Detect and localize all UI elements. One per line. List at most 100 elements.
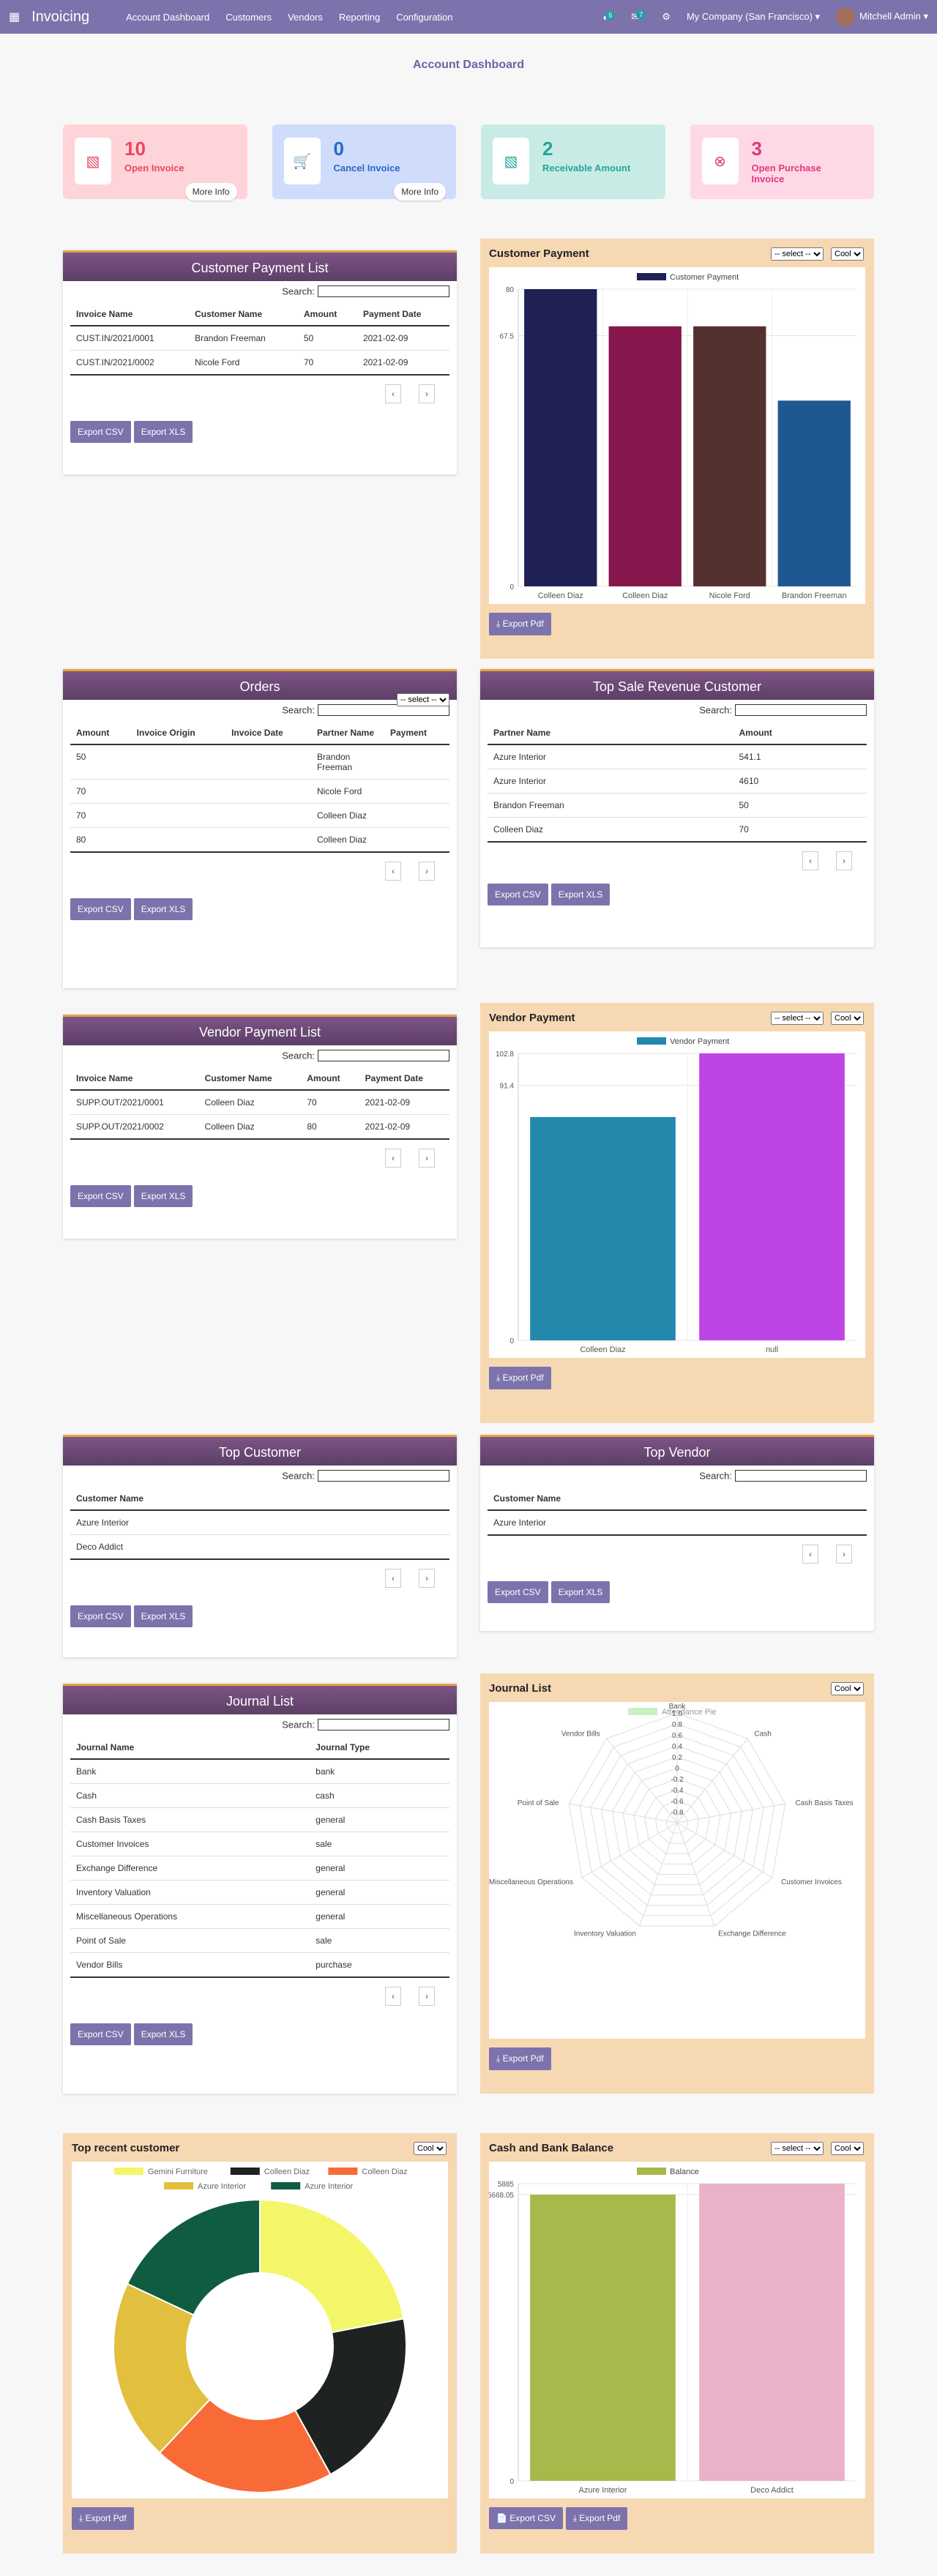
menu-vendors[interactable]: Vendors xyxy=(288,12,323,23)
search-bar: Search: xyxy=(63,1714,457,1731)
export-pdf-label: Export Pdf xyxy=(579,2513,621,2523)
prev-page-button[interactable]: ‹ xyxy=(385,1149,401,1168)
column-header[interactable]: Amount xyxy=(298,303,357,326)
prev-page-button[interactable]: ‹ xyxy=(802,851,818,870)
export-csv-button[interactable]: Export CSV xyxy=(70,898,131,920)
export-xls-button[interactable]: Export XLS xyxy=(133,1605,193,1627)
export-pdf-button[interactable]: ⤓ Export Pdf xyxy=(72,2507,134,2530)
search-input[interactable] xyxy=(735,1470,867,1482)
column-header[interactable]: Journal Type xyxy=(310,1736,449,1760)
table-row: CUST.IN/2021/0002 Nicole Ford 70 2021-02-09 xyxy=(70,350,449,376)
theme-select[interactable]: Cool xyxy=(414,2142,447,2155)
export-csv-button[interactable]: Export CSV xyxy=(488,1581,548,1603)
column-header[interactable]: Invoice Date xyxy=(225,722,311,745)
next-page-button[interactable]: › xyxy=(419,1987,435,2006)
theme-select[interactable]: Cool xyxy=(831,2142,864,2155)
column-header[interactable]: Invoice Name xyxy=(70,303,190,326)
export-csv-button[interactable]: Export CSV xyxy=(488,884,548,906)
prev-page-button[interactable]: ‹ xyxy=(385,384,401,403)
export-xls-button[interactable]: Export XLS xyxy=(550,884,611,906)
table-row: Azure Interior 541.1 xyxy=(488,744,867,769)
theme-select[interactable]: Cool xyxy=(831,247,864,261)
column-header[interactable]: Customer Name xyxy=(70,1487,449,1511)
search-input[interactable] xyxy=(318,1470,449,1482)
next-page-button[interactable]: › xyxy=(419,1569,435,1588)
filter-select[interactable]: -- select -- xyxy=(771,1012,824,1025)
more-info-button[interactable]: More Info xyxy=(394,183,446,201)
cell: CUST.IN/2021/0001 xyxy=(70,326,190,351)
tile-receivable-amount[interactable]: ▧ 2 Receivable Amount xyxy=(481,124,665,199)
export-csv-chart-button[interactable]: 📄 Export CSV xyxy=(489,2507,563,2529)
more-info-button[interactable]: More Info xyxy=(184,183,237,201)
cell: Exchange Difference xyxy=(70,1856,310,1881)
cell: 70 xyxy=(70,803,131,828)
tile-open-purchase-invoice[interactable]: ⊗ 3 Open Purchase Invoice xyxy=(690,124,874,199)
company-switcher[interactable]: My Company (San Francisco) ▾ xyxy=(687,11,820,23)
export-csv-button[interactable]: Export CSV xyxy=(70,2023,131,2045)
column-header[interactable]: Customer Name xyxy=(189,303,298,326)
filter-select[interactable]: -- select -- xyxy=(771,2142,824,2155)
next-page-button[interactable]: › xyxy=(419,384,435,403)
app-brand[interactable]: Invoicing xyxy=(31,9,89,26)
tile-open-invoice[interactable]: ▧ 10 Open Invoice More Info xyxy=(63,124,247,201)
next-page-button[interactable]: › xyxy=(419,862,435,881)
export-csv-button[interactable]: Export CSV xyxy=(70,421,131,443)
theme-select[interactable]: Cool xyxy=(831,1682,864,1695)
search-bar: Search: xyxy=(480,700,874,716)
search-input[interactable] xyxy=(318,1719,449,1731)
prev-page-button[interactable]: ‹ xyxy=(385,1569,401,1588)
export-pdf-button[interactable]: ⤓ Export Pdf xyxy=(489,1367,551,1389)
next-page-button[interactable]: › xyxy=(836,1545,852,1564)
filter-select[interactable]: -- select -- xyxy=(771,247,824,261)
export-xls-button[interactable]: Export XLS xyxy=(550,1581,611,1603)
radar-tick-label: 0.2 xyxy=(672,1754,682,1762)
prev-page-button[interactable]: ‹ xyxy=(802,1545,818,1564)
tile-cancel-invoice[interactable]: 🛒 0 Cancel Invoice More Info xyxy=(272,124,456,201)
column-header[interactable]: Partner Name xyxy=(310,722,384,745)
search-input[interactable] xyxy=(735,704,867,716)
column-header[interactable]: Amount xyxy=(301,1067,359,1091)
bar xyxy=(699,2184,845,2481)
menu-reporting[interactable]: Reporting xyxy=(339,12,380,23)
export-xls-button[interactable]: Export XLS xyxy=(133,421,193,443)
column-header[interactable]: Journal Name xyxy=(70,1736,310,1760)
activity-icon[interactable]: ◐5 xyxy=(603,10,616,23)
next-page-button[interactable]: › xyxy=(419,1149,435,1168)
export-pdf-button[interactable]: ⤓ Export Pdf xyxy=(489,613,551,635)
column-header[interactable]: Payment xyxy=(384,722,449,745)
column-header[interactable]: Invoice Name xyxy=(70,1067,199,1091)
prev-page-button[interactable]: ‹ xyxy=(385,1987,401,2006)
column-header[interactable]: Customer Name xyxy=(488,1487,867,1511)
orders-filter-select[interactable]: -- select -- xyxy=(397,693,449,706)
prev-page-button[interactable]: ‹ xyxy=(385,862,401,881)
x-tick-label: Colleen Diaz xyxy=(580,1345,625,1354)
export-pdf-button[interactable]: ⤓ Export Pdf xyxy=(489,2047,551,2070)
column-header[interactable]: Amount xyxy=(70,722,131,745)
column-header[interactable]: Invoice Origin xyxy=(130,722,226,745)
next-page-button[interactable]: › xyxy=(836,851,852,870)
export-xls-button[interactable]: Export XLS xyxy=(133,898,193,920)
table-row: Exchange Difference general xyxy=(70,1856,449,1881)
theme-select[interactable]: Cool xyxy=(831,1012,864,1025)
export-csv-button[interactable]: Export CSV xyxy=(70,1605,131,1627)
column-header[interactable]: Customer Name xyxy=(198,1067,302,1091)
column-header[interactable]: Payment Date xyxy=(359,1067,449,1091)
search-input[interactable] xyxy=(318,285,449,297)
export-pdf-button[interactable]: ⤓ Export Pdf xyxy=(565,2507,628,2530)
menu-configuration[interactable]: Configuration xyxy=(396,12,452,23)
export-xls-button[interactable]: Export XLS xyxy=(133,1185,193,1207)
grid-icon[interactable]: ▦ xyxy=(9,10,20,24)
column-header[interactable]: Payment Date xyxy=(357,303,449,326)
user-menu[interactable]: Mitchell Admin ▾ xyxy=(836,7,928,26)
legend-swatch xyxy=(271,2182,301,2189)
column-header[interactable]: Partner Name xyxy=(488,722,733,745)
messages-icon[interactable]: ✉7 xyxy=(631,10,646,23)
debug-icon[interactable]: ⚙ xyxy=(662,11,671,23)
search-input[interactable] xyxy=(318,1050,449,1061)
table-row: Azure Interior 4610 xyxy=(488,769,867,794)
export-csv-button[interactable]: Export CSV xyxy=(70,1185,131,1207)
menu-account-dashboard[interactable]: Account Dashboard xyxy=(126,12,209,23)
menu-customers[interactable]: Customers xyxy=(225,12,272,23)
export-xls-button[interactable]: Export XLS xyxy=(133,2023,193,2045)
column-header[interactable]: Amount xyxy=(733,722,867,745)
